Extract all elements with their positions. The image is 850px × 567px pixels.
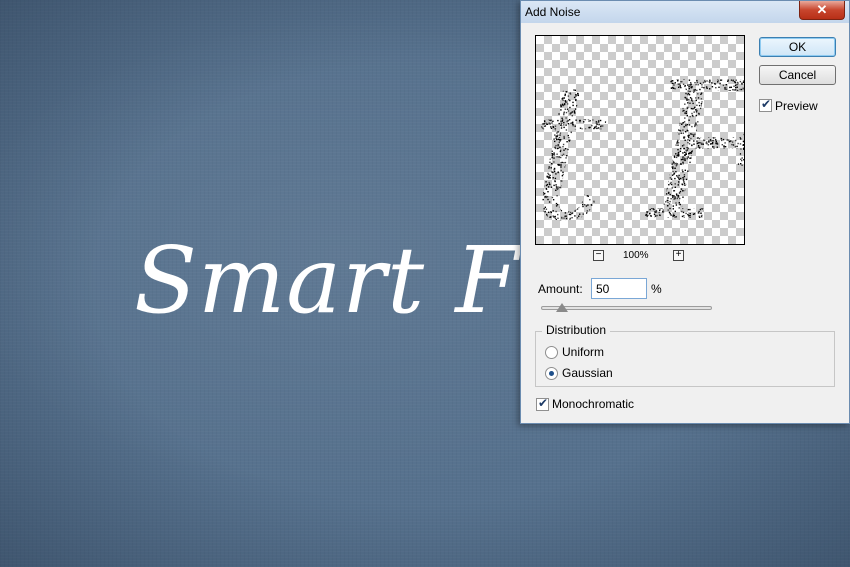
filter-preview[interactable]: tF <box>535 35 745 245</box>
amount-unit: % <box>651 282 662 296</box>
amount-slider-thumb[interactable] <box>556 303 569 312</box>
zoom-controls: − 100% + <box>591 249 691 263</box>
gaussian-radio[interactable] <box>545 367 558 380</box>
close-button[interactable]: ✕ <box>799 1 845 20</box>
radio-selected-dot <box>549 371 554 376</box>
checkmark-icon: ✔ <box>761 97 772 111</box>
close-icon: ✕ <box>816 2 828 17</box>
uniform-label: Uniform <box>562 345 605 359</box>
preview-label: Preview <box>775 99 818 113</box>
cancel-button[interactable]: Cancel <box>759 65 836 85</box>
gaussian-label: Gaussian <box>562 366 613 380</box>
zoom-in-icon: + <box>675 249 682 260</box>
zoom-level: 100% <box>623 250 649 261</box>
zoom-out-icon: − <box>595 249 602 260</box>
canvas-headline: Smart Fi <box>134 227 551 334</box>
amount-label: Amount: <box>538 282 583 296</box>
dialog-titlebar[interactable]: Add Noise ✕ <box>521 1 849 23</box>
add-noise-dialog: Add Noise ✕ tF − 100% + OK Cancel ✔ Prev… <box>520 0 850 424</box>
dialog-title: Add Noise <box>525 5 581 19</box>
noise-preview-image: tF <box>536 42 744 244</box>
distribution-legend: Distribution <box>542 323 611 337</box>
preview-checkbox[interactable]: ✔ <box>759 97 772 112</box>
noise-dots <box>536 42 744 244</box>
zoom-out-button[interactable]: − <box>593 250 604 261</box>
amount-input[interactable] <box>591 278 647 299</box>
monochromatic-label: Monochromatic <box>552 397 635 411</box>
uniform-radio[interactable] <box>545 346 558 359</box>
monochromatic-checkbox[interactable]: ✔ <box>536 396 549 411</box>
checkmark-icon: ✔ <box>538 396 549 410</box>
ok-button[interactable]: OK <box>759 37 836 57</box>
zoom-in-button[interactable]: + <box>673 250 684 261</box>
